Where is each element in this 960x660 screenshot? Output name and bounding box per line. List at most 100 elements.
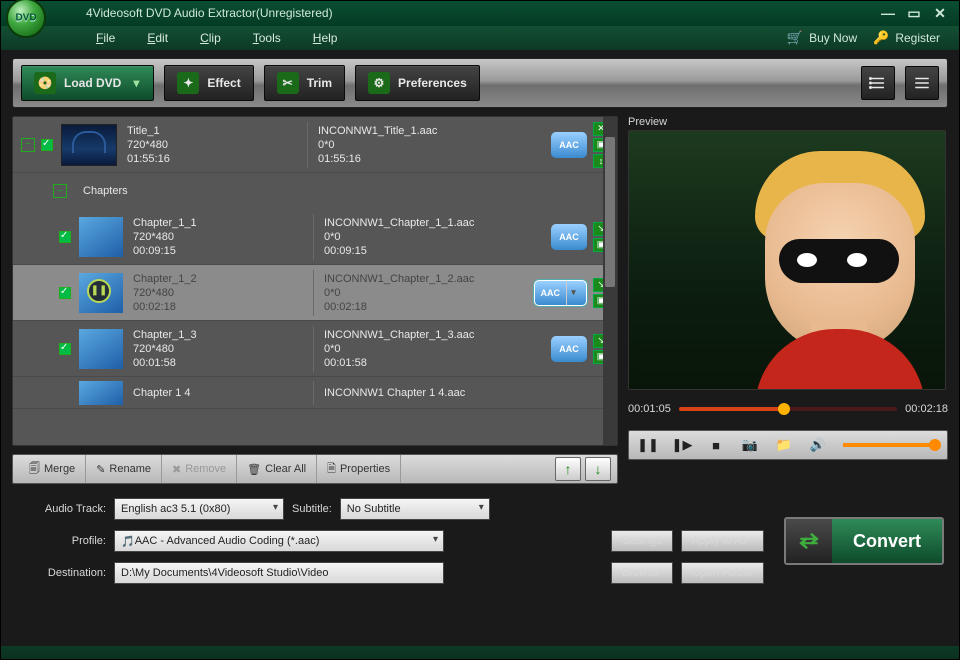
audio-track-select[interactable]: English ac3 5.1 (0x80) — [114, 498, 284, 520]
item-name: Chapter_1_1 — [133, 216, 303, 230]
load-dvd-label: Load DVD — [64, 76, 121, 90]
profile-select[interactable]: 🎵 AAC - Advanced Audio Coding (*.aac) — [114, 530, 444, 552]
seek-slider[interactable] — [679, 407, 897, 411]
list-item[interactable]: Chapter 1 4 INCONNW1 Chapter 1 4.aac — [13, 377, 617, 409]
convert-button[interactable]: Convert — [784, 517, 944, 565]
subtitle-select[interactable]: No Subtitle — [340, 498, 490, 520]
item-name: Chapter_1_3 — [133, 328, 303, 342]
menu-clip[interactable]: Clip — [200, 31, 221, 45]
film-icon — [79, 217, 123, 257]
rename-button[interactable]: ✎ Rename — [86, 455, 162, 483]
destination-label: Destination: — [16, 567, 106, 579]
minimize-button[interactable]: — — [880, 6, 896, 20]
item-format-badge[interactable]: AAC — [551, 336, 587, 362]
menu-help[interactable]: Help — [313, 31, 338, 45]
item-dur: 00:02:18 — [133, 300, 303, 314]
item-out-name: INCONNW1_Chapter_1_3.aac — [324, 328, 494, 342]
player-controls: ❚❚ ❚▶ ■ 📷 📁 🔊 — [628, 430, 948, 460]
item-dur: 00:09:15 — [133, 244, 303, 258]
cart-icon: 🛒 — [787, 30, 803, 46]
settings-button[interactable]: Settings — [611, 530, 673, 552]
window-title: 4Videosoft DVD Audio Extractor(Unregiste… — [86, 6, 333, 20]
title-format-badge[interactable]: AAC — [551, 132, 587, 158]
main-toolbar: 📀 Load DVD ▾ ✦ Effect ✂ Trim ⚙ Preferenc… — [12, 58, 948, 108]
item-format-badge[interactable]: AAC — [551, 224, 587, 250]
title-bar: 4Videosoft DVD Audio Extractor(Unregiste… — [0, 0, 960, 26]
merge-button[interactable]: 🗐 Merge — [19, 455, 86, 483]
volume-icon[interactable]: 🔊 — [805, 434, 831, 456]
buy-now-label: Buy Now — [809, 31, 857, 45]
subtitle-label: Subtitle: — [292, 503, 332, 515]
open-folder-button[interactable]: Open Folder — [681, 562, 764, 584]
maximize-button[interactable]: ▭ — [906, 6, 922, 20]
menu-tools[interactable]: Tools — [253, 31, 281, 45]
destination-input[interactable]: D:\My Documents\4Videosoft Studio\Video — [114, 562, 444, 584]
progress-row: 00:01:05 00:02:18 — [628, 396, 948, 422]
clear-all-button[interactable]: 🗑 Clear All — [237, 455, 317, 483]
apply-all-button[interactable]: Apply to All — [681, 530, 764, 552]
title-row[interactable]: − Title_1 720*480 01:55:16 INCONNW1_Titl… — [13, 117, 617, 173]
title-checkbox[interactable] — [41, 139, 53, 151]
open-snapshot-folder-button[interactable]: 📁 — [771, 434, 797, 456]
title-res: 720*480 — [127, 138, 297, 152]
browse-button[interactable]: Browse — [611, 562, 673, 584]
list-item[interactable]: Chapter_1_1 720*480 00:09:15 INCONNW1_Ch… — [13, 209, 617, 265]
item-checkbox[interactable] — [59, 343, 71, 355]
list-item-selected[interactable]: ❚❚ Chapter_1_2 720*480 00:02:18 INCONNW1… — [13, 265, 617, 321]
trim-button[interactable]: ✂ Trim — [264, 65, 345, 101]
list-item[interactable]: Chapter_1_3 720*480 00:01:58 INCONNW1_Ch… — [13, 321, 617, 377]
film-icon — [79, 329, 123, 369]
chevron-down-icon[interactable]: ▾ — [566, 281, 580, 305]
list-scrollbar[interactable] — [603, 117, 617, 445]
item-out-name: INCONNW1_Chapter_1_2.aac — [324, 272, 494, 286]
move-down-button[interactable]: ↓ — [585, 457, 611, 481]
pause-button[interactable]: ❚❚ — [635, 434, 661, 456]
gear-icon: ⚙ — [368, 72, 390, 94]
preferences-button[interactable]: ⚙ Preferences — [355, 65, 480, 101]
stop-button[interactable]: ■ — [703, 434, 729, 456]
title-thumbnail — [61, 124, 117, 166]
load-dvd-button[interactable]: 📀 Load DVD ▾ — [21, 65, 154, 101]
list-actions-bar: 🗐 Merge ✎ Rename ✖ Remove 🗑 Clear All 🗎 … — [12, 454, 618, 484]
menu-edit[interactable]: Edit — [147, 31, 168, 45]
item-out-dur: 00:02:18 — [324, 300, 494, 314]
effect-button[interactable]: ✦ Effect — [164, 65, 253, 101]
buy-now-link[interactable]: 🛒 Buy Now — [787, 30, 857, 46]
item-dur: 00:01:58 — [133, 356, 303, 370]
effect-icon: ✦ — [177, 72, 199, 94]
move-up-button[interactable]: ↑ — [555, 457, 581, 481]
title-out-name: INCONNW1_Title_1.aac — [318, 124, 488, 138]
trim-label: Trim — [307, 76, 332, 90]
chapters-collapse-icon[interactable]: − — [53, 184, 67, 198]
collapse-icon[interactable]: − — [21, 138, 35, 152]
title-out-res: 0*0 — [318, 138, 488, 152]
item-out-name: INCONNW1_Chapter_1_1.aac — [324, 216, 494, 230]
step-button[interactable]: ❚▶ — [669, 434, 695, 456]
view-list-button[interactable] — [861, 66, 895, 100]
item-checkbox[interactable] — [59, 231, 71, 243]
title-out-dur: 01:55:16 — [318, 152, 488, 166]
volume-slider[interactable] — [843, 443, 941, 447]
preview-video — [628, 130, 946, 390]
film-icon: ❚❚ — [79, 273, 123, 313]
menu-file[interactable]: File — [96, 31, 115, 45]
title-name: Title_1 — [127, 124, 297, 138]
time-current: 00:01:05 — [628, 403, 671, 415]
profile-label: Profile: — [16, 535, 106, 547]
view-grid-button[interactable] — [905, 66, 939, 100]
close-button[interactable]: ✕ — [932, 6, 948, 20]
item-checkbox[interactable] — [59, 287, 71, 299]
remove-button[interactable]: ✖ Remove — [162, 455, 237, 483]
register-link[interactable]: 🔑 Register — [873, 30, 940, 46]
item-out-dur: 00:01:58 — [324, 356, 494, 370]
snapshot-button[interactable]: 📷 — [737, 434, 763, 456]
menu-bar: File Edit Clip Tools Help 🛒 Buy Now 🔑 Re… — [0, 26, 960, 50]
item-format-dropdown[interactable]: AAC▾ — [534, 280, 588, 306]
item-out-dur: 00:09:15 — [324, 244, 494, 258]
pause-icon[interactable]: ❚❚ — [87, 279, 111, 303]
item-out-name: INCONNW1 Chapter 1 4.aac — [324, 386, 494, 400]
time-total: 00:02:18 — [905, 403, 948, 415]
properties-button[interactable]: 🗎 Properties — [317, 455, 401, 483]
convert-label: Convert — [853, 531, 921, 552]
key-icon: 🔑 — [873, 30, 889, 46]
